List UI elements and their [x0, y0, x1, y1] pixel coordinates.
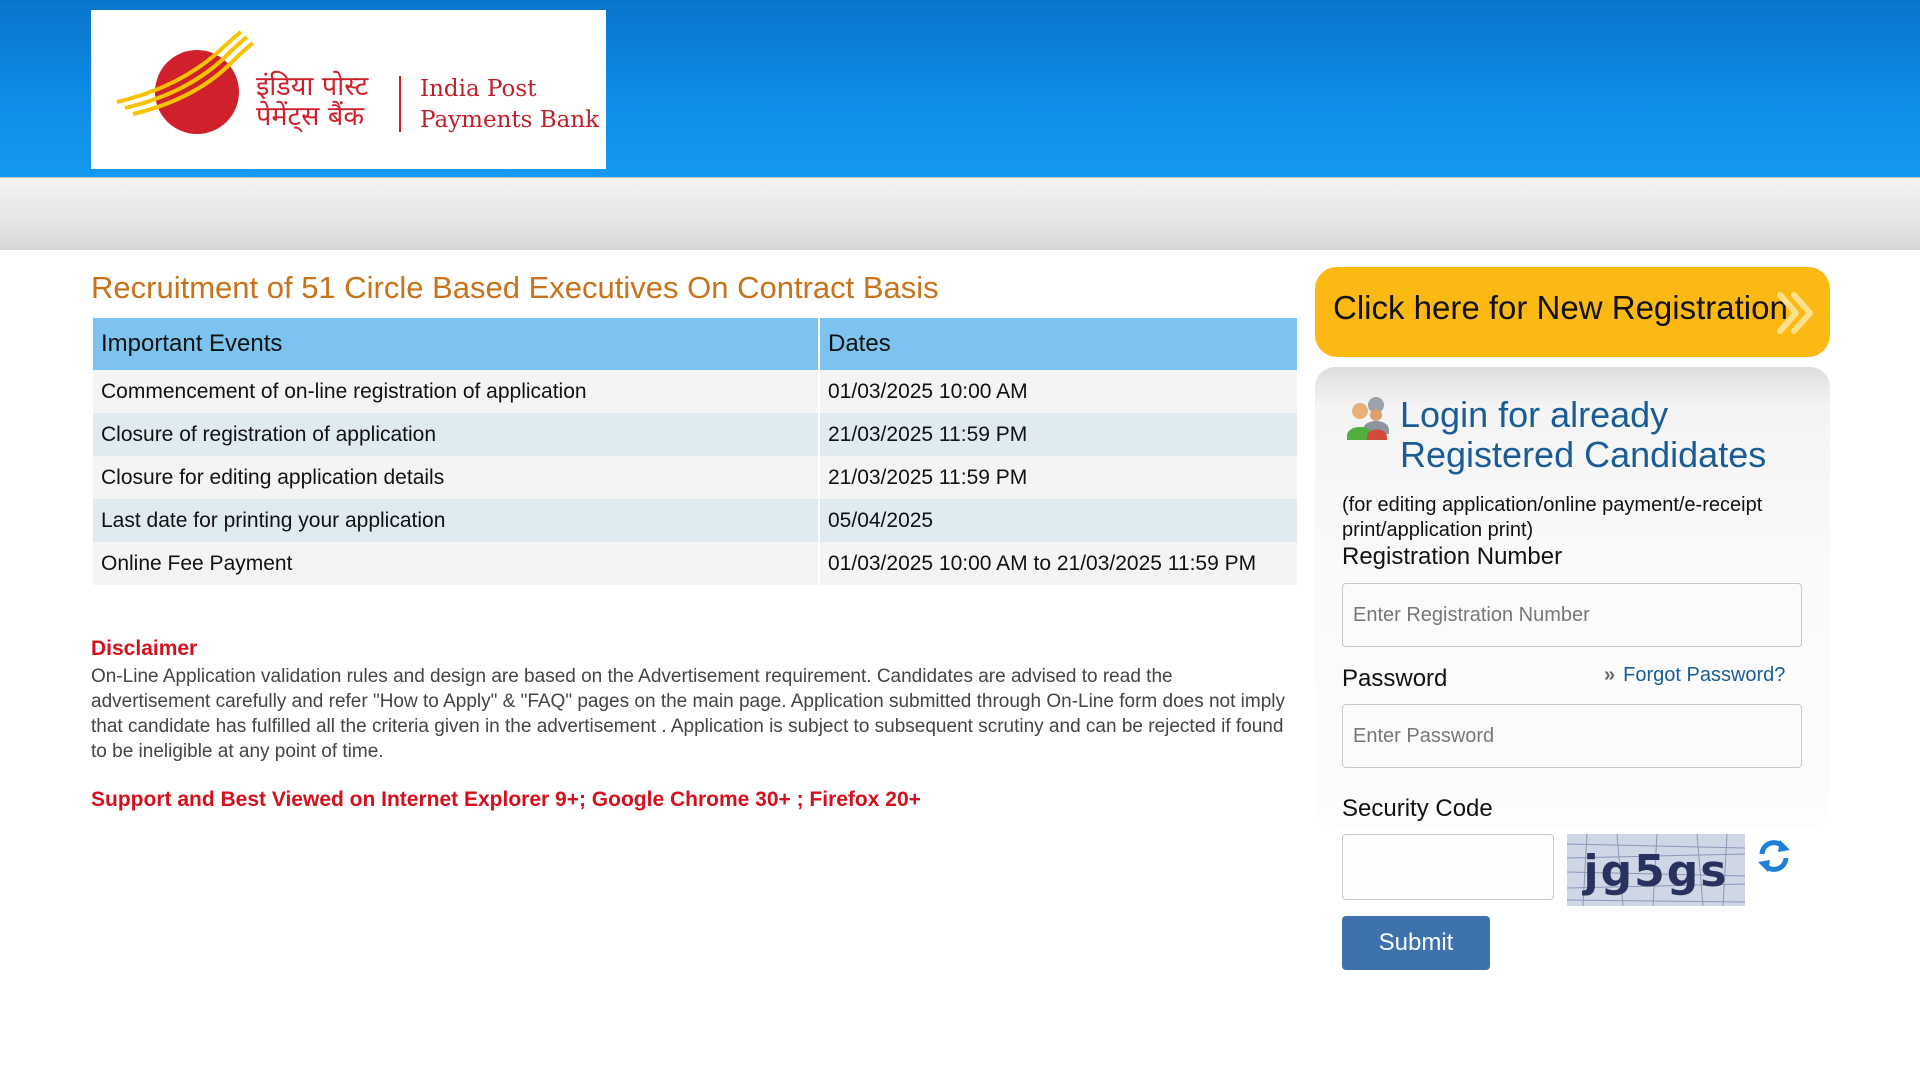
table-header-row: Important Events Dates: [93, 318, 1297, 370]
users-group-icon: [1347, 397, 1389, 440]
captcha-image: jg5gs: [1567, 834, 1745, 906]
double-chevron-right-icon: [1777, 292, 1813, 334]
important-events-table: Important Events Dates Commencement of o…: [91, 318, 1299, 585]
event-cell: Closure for editing application details: [93, 456, 818, 499]
table-row: Closure of registration of application 2…: [93, 413, 1297, 456]
date-cell: 05/04/2025: [820, 499, 1297, 542]
table-row: Commencement of on-line registration of …: [93, 370, 1297, 413]
column-header-events: Important Events: [93, 318, 818, 370]
browser-support-note: Support and Best Viewed on Internet Expl…: [91, 788, 921, 811]
date-cell: 21/03/2025 11:59 PM: [820, 456, 1297, 499]
table-row: Last date for printing your application …: [93, 499, 1297, 542]
nav-band: [0, 177, 1920, 250]
event-cell: Commencement of on-line registration of …: [93, 370, 818, 413]
header-bar: इंडिया पोस्ट पेमेंट्स बैंक India Post Pa…: [0, 0, 1920, 177]
login-subtitle: (for editing application/online payment/…: [1342, 494, 1763, 541]
double-chevron-icon: »: [1604, 664, 1616, 686]
security-code-label: Security Code: [1342, 795, 1493, 822]
date-cell: 01/03/2025 10:00 AM to 21/03/2025 11:59 …: [820, 542, 1297, 585]
ippb-logo[interactable]: इंडिया पोस्ट पेमेंट्स बैंक India Post Pa…: [91, 10, 606, 169]
security-code-input[interactable]: [1342, 834, 1554, 900]
disclaimer-text: On-Line Application validation rules and…: [91, 666, 1286, 762]
login-title-line-2: Registered Candidates: [1400, 434, 1767, 475]
date-cell: 21/03/2025 11:59 PM: [820, 413, 1297, 456]
event-cell: Online Fee Payment: [93, 542, 818, 585]
disclaimer-title: Disclaimer: [91, 637, 198, 660]
new-registration-label: Click here for New Registration: [1333, 289, 1788, 326]
logo-line-2: Payments Bank: [420, 107, 600, 133]
event-cell: Last date for printing your application: [93, 499, 818, 542]
password-input[interactable]: [1342, 704, 1802, 768]
logo-hindi-text: इंडिया पोस्ट पेमेंट्स बैंक: [256, 71, 369, 132]
login-panel: Login for already Registered Candidates …: [1315, 367, 1830, 827]
refresh-icon[interactable]: [1756, 838, 1792, 874]
captcha-text: jg5gs: [1582, 846, 1729, 897]
date-cell: 01/03/2025 10:00 AM: [820, 370, 1297, 413]
registration-number-input[interactable]: [1342, 583, 1802, 647]
new-registration-button[interactable]: Click here for New Registration: [1315, 267, 1830, 357]
logo-line-1: India Post: [420, 76, 537, 102]
event-cell: Closure of registration of application: [93, 413, 818, 456]
page-title: Recruitment of 51 Circle Based Executive…: [91, 270, 939, 305]
registration-number-label: Registration Number: [1342, 543, 1563, 570]
table-row: Closure for editing application details …: [93, 456, 1297, 499]
password-label: Password: [1342, 665, 1448, 692]
login-title: Login for already Registered Candidates: [1400, 395, 1766, 475]
ippb-emblem-icon: [116, 30, 255, 134]
table-row: Online Fee Payment 01/03/2025 10:00 AM t…: [93, 542, 1297, 585]
forgot-password-link[interactable]: » Forgot Password?: [1604, 664, 1785, 687]
logo-english-text: India Post Payments Bank: [420, 74, 599, 136]
login-title-line-1: Login for already: [1400, 394, 1669, 435]
submit-button[interactable]: Submit: [1342, 916, 1490, 970]
forgot-password-text: Forgot Password?: [1623, 664, 1786, 686]
logo-divider: [399, 76, 401, 132]
column-header-dates: Dates: [820, 318, 1297, 370]
